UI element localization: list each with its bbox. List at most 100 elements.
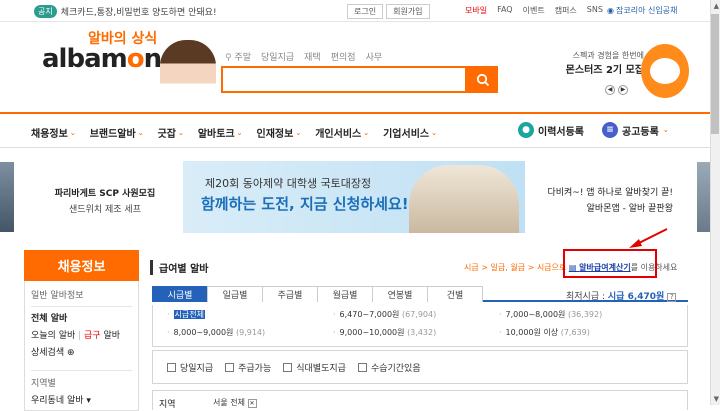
close-icon[interactable]: ✕ bbox=[247, 399, 257, 408]
region-filter: 지역 서울 전체 ✕ bbox=[152, 390, 688, 410]
chevron-down-icon: ⌄ bbox=[295, 128, 302, 137]
page-title: 급여별 알바 bbox=[150, 260, 208, 275]
filter-checks: 당일지급 주급가능 식대별도지급 수습기간있음 bbox=[152, 350, 688, 384]
sidebar-item-all[interactable]: 전체 알바 bbox=[31, 311, 132, 324]
nav-item-gutjob[interactable]: 긋잡 ⌄ bbox=[158, 125, 184, 141]
banner-paris[interactable]: 파리바게트 SCP 사원모집 샌드위치 제조 세프 bbox=[50, 186, 160, 215]
scroll-thumb[interactable] bbox=[711, 14, 719, 134]
nav-item-company[interactable]: 기업서비스 ⌄ bbox=[383, 125, 437, 141]
sidebar-section-general: 일반 알바정보 bbox=[31, 285, 132, 307]
notice[interactable]: 공지 체크카드,통장,비밀번호 양도하면 안돼요! bbox=[34, 5, 217, 18]
same-day-pay-checkbox[interactable]: 당일지급 bbox=[167, 361, 213, 374]
weekly-pay-checkbox[interactable]: 주급가능 bbox=[225, 361, 271, 374]
prev-icon[interactable]: ◀ bbox=[605, 85, 615, 95]
nav-item-talent[interactable]: 인재정보 ⌄ bbox=[257, 125, 302, 141]
nav-item-jobs[interactable]: 채용정보 ⌄ bbox=[31, 125, 76, 141]
region-value[interactable]: 서울 전체 ✕ bbox=[213, 397, 257, 408]
probation-checkbox[interactable]: 수습기간있음 bbox=[357, 361, 421, 374]
main-nav: 채용정보 ⌄ 브랜드알바 ⌄ 긋잡 ⌄ 알바토크 ⌄ 인재정보 ⌄ 개인서비스 ⌄ 기업서비… bbox=[0, 112, 710, 148]
keyword-item[interactable]: 편의점 bbox=[331, 50, 356, 63]
wage-item[interactable]: · 7,000~8,000원 (36,392) bbox=[499, 309, 602, 320]
notice-badge: 공지 bbox=[34, 5, 57, 18]
signup-link[interactable]: 회원가입 bbox=[386, 4, 430, 19]
side-banner-left[interactable] bbox=[0, 162, 14, 232]
banner-title: 파리바게트 SCP 사원모집 bbox=[54, 189, 156, 199]
top-links-secondary: 모바일 FAQ 이벤트 캠퍼스 SNS bbox=[465, 5, 603, 16]
popular-keywords: ⚲ 주말 당일지급 재택 편의점 사무 bbox=[225, 50, 382, 63]
login-link[interactable]: 로그인 bbox=[347, 4, 384, 19]
keyword-item[interactable]: ⚲ 주말 bbox=[225, 50, 251, 63]
banner-subtitle: 알바몬앱 - 알바 끝판왕 bbox=[586, 204, 673, 214]
keyword-item[interactable]: 재택 bbox=[304, 50, 321, 63]
banner-title: 다비켜~! 앱 하나로 알바찾기 끝! bbox=[547, 188, 673, 198]
wage-item[interactable]: · 6,470~7,000원 (67,904) bbox=[333, 309, 436, 320]
banner-headline: 함께하는 도전, 지금 신청하세요! bbox=[201, 195, 409, 213]
help-icon[interactable]: ? bbox=[667, 293, 677, 302]
tab-annual[interactable]: 연봉별 bbox=[372, 286, 428, 302]
faq-link[interactable]: FAQ bbox=[497, 5, 513, 16]
keyword-item[interactable]: 당일지급 bbox=[261, 50, 294, 63]
jobkorea-icon: ◉ bbox=[607, 6, 614, 15]
scroll-down-icon[interactable]: ▼ bbox=[714, 395, 719, 403]
chevron-down-icon: ⌄ bbox=[69, 128, 76, 137]
wage-item[interactable]: · 8,000~9,000원 (9,914) bbox=[167, 327, 265, 338]
banner-subtitle: 샌드위치 제조 세프 bbox=[69, 205, 141, 215]
promo-box[interactable]: 스펙과 경험을 한번에 몬스터즈 2기 모집 bbox=[548, 50, 644, 76]
resume-register-button[interactable]: ● 이력서등록 bbox=[518, 122, 584, 138]
tab-daily[interactable]: 일급별 bbox=[207, 286, 263, 302]
next-icon[interactable]: ▶ bbox=[618, 85, 628, 95]
jobkorea-label: 잡코리아 신입공채 bbox=[615, 6, 678, 15]
tab-weekly[interactable]: 주급별 bbox=[262, 286, 318, 302]
wage-item[interactable]: · 9,000~10,000원 (3,432) bbox=[333, 327, 436, 338]
min-wage-info: 최저시급 : 시급 6,470원? bbox=[566, 289, 677, 302]
meal-allowance-checkbox[interactable]: 식대별도지급 bbox=[283, 361, 346, 374]
wage-item-all[interactable]: · 시급전체 bbox=[167, 309, 205, 320]
albamon-logo[interactable]: albamon bbox=[42, 44, 162, 74]
document-icon: ≡ bbox=[602, 122, 618, 138]
promo-pager: ◀ ▶ bbox=[605, 85, 628, 95]
campus-link[interactable]: 캠퍼스 bbox=[555, 5, 577, 16]
sidebar-item-detail[interactable]: 상세검색 ⊕ bbox=[31, 345, 132, 358]
scroll-up-icon[interactable]: ▲ bbox=[714, 2, 719, 10]
model-image bbox=[160, 40, 216, 102]
sns-link[interactable]: SNS bbox=[587, 5, 603, 16]
tab-monthly[interactable]: 월급별 bbox=[317, 286, 373, 302]
nav-item-talk[interactable]: 알바토크 ⌄ bbox=[198, 125, 243, 141]
sidebar-item-today: 오늘의 알바 | 급구 알바 bbox=[31, 331, 121, 341]
wage-item[interactable]: · 10,000원 이상 (7,639) bbox=[499, 327, 590, 338]
nav-item-personal[interactable]: 개인서비스 ⌄ bbox=[315, 125, 369, 141]
left-sidebar: 채용정보 일반 알바정보 전체 알바 오늘의 알바 | 급구 알바 상세검색 ⊕… bbox=[24, 250, 139, 411]
promo-subtitle: 스펙과 경험을 한번에 bbox=[572, 51, 644, 60]
banner-title: 제20회 동아제약 대학생 국토대장정 bbox=[205, 177, 372, 190]
annotation-arrow-icon bbox=[629, 228, 668, 248]
notice-text[interactable]: 체크카드,통장,비밀번호 양도하면 안돼요! bbox=[61, 5, 217, 18]
chevron-down-icon: ⌄ bbox=[236, 128, 243, 137]
wage-list: · 시급전체 · 6,470~7,000원 (67,904) · 7,000~8,00… bbox=[152, 305, 688, 347]
event-link[interactable]: 이벤트 bbox=[523, 5, 545, 16]
sidebar-item-nearby[interactable]: 우리동네 알바 ▾ bbox=[31, 393, 132, 406]
keyword-item[interactable]: 사무 bbox=[366, 50, 383, 63]
post-register-button[interactable]: ≡ 공고등록 ⌄ bbox=[602, 122, 669, 138]
top-links: 로그인 회원가입 bbox=[347, 4, 433, 19]
highlight-box bbox=[563, 249, 657, 278]
jobkorea-link[interactable]: ◉ 잡코리아 신입공채 bbox=[607, 5, 677, 16]
sidebar-section-region: 지역별 bbox=[31, 370, 132, 389]
scrollbar[interactable]: ▲ ▼ bbox=[710, 0, 720, 405]
search-button[interactable] bbox=[467, 66, 498, 93]
side-banner-right[interactable] bbox=[697, 162, 710, 232]
search-icon bbox=[476, 73, 489, 86]
search-input[interactable] bbox=[221, 66, 467, 93]
mobile-link[interactable]: 모바일 bbox=[465, 5, 487, 16]
tab-per-task[interactable]: 건별 bbox=[427, 286, 483, 302]
region-label: 지역 bbox=[159, 400, 176, 410]
banner-photo bbox=[409, 165, 519, 233]
nav-item-brand[interactable]: 브랜드알바 ⌄ bbox=[90, 125, 144, 141]
plus-icon: ⊕ bbox=[67, 348, 75, 358]
banner-app[interactable]: 다비켜~! 앱 하나로 알바찾기 끝! 알바몬앱 - 알바 끝판왕 bbox=[541, 185, 673, 214]
mascot-image bbox=[641, 44, 689, 98]
sidebar-title[interactable]: 채용정보 bbox=[24, 250, 139, 281]
top-bar: 공지 체크카드,통장,비밀번호 양도하면 안돼요! 로그인 회원가입 모바일 F… bbox=[0, 0, 710, 22]
chevron-down-icon: ⌄ bbox=[177, 128, 184, 137]
banner-center[interactable]: 제20회 동아제약 대학생 국토대장정 함께하는 도전, 지금 신청하세요! bbox=[183, 161, 525, 233]
tab-hourly[interactable]: 시급별 bbox=[152, 286, 208, 302]
